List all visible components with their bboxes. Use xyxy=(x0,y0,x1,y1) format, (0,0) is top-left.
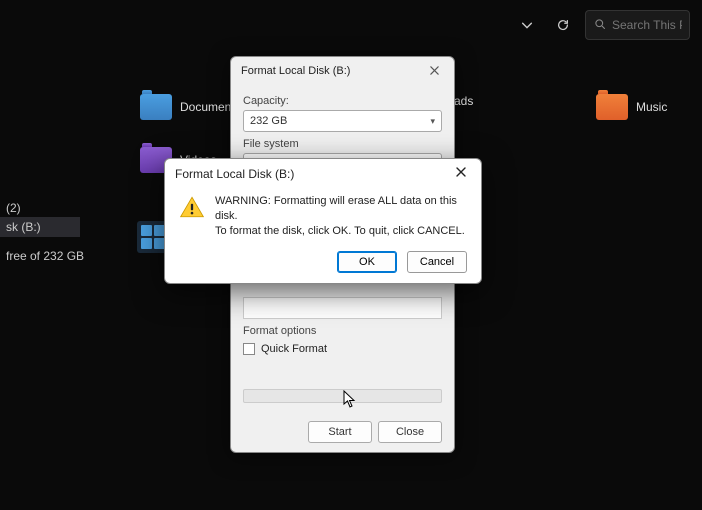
folder-icon xyxy=(140,94,172,120)
capacity-label: Capacity: xyxy=(243,95,442,107)
folder-downloads[interactable]: ads xyxy=(454,94,473,108)
cancel-button[interactable]: Cancel xyxy=(407,251,467,273)
warning-icon xyxy=(179,194,205,220)
ok-button[interactable]: OK xyxy=(337,251,397,273)
refresh-icon[interactable] xyxy=(549,11,577,39)
search-input[interactable] xyxy=(612,18,682,32)
close-button[interactable]: Close xyxy=(378,421,442,443)
search-icon xyxy=(594,18,606,33)
checkbox-icon xyxy=(243,343,255,355)
folder-label: Music xyxy=(636,100,667,114)
chevron-down-icon: ▾ xyxy=(430,116,435,127)
volume-label-input[interactable] xyxy=(243,297,442,319)
format-options-label: Format options xyxy=(243,325,442,337)
filesystem-label: File system xyxy=(243,138,442,150)
start-button[interactable]: Start xyxy=(308,421,372,443)
sidebar-item-count[interactable]: (2) xyxy=(0,198,31,218)
format-dialog-title: Format Local Disk (B:) xyxy=(241,65,350,77)
warning-dialog-title: Format Local Disk (B:) xyxy=(175,167,294,181)
capacity-select[interactable]: 232 GB ▾ xyxy=(243,110,442,132)
capacity-value: 232 GB xyxy=(250,115,287,127)
quick-format-checkbox[interactable]: Quick Format xyxy=(243,343,442,355)
quick-format-label: Quick Format xyxy=(261,343,327,355)
sidebar-free-text: free of 232 GB xyxy=(0,246,94,266)
warning-line1: WARNING: Formatting will erase ALL data … xyxy=(215,194,467,224)
search-input-container[interactable] xyxy=(585,10,690,40)
close-icon[interactable] xyxy=(451,165,471,182)
chevron-down-icon[interactable] xyxy=(513,11,541,39)
folder-music[interactable]: Music xyxy=(596,94,667,120)
folder-icon xyxy=(596,94,628,120)
folder-documents[interactable]: Documents xyxy=(140,94,241,120)
warning-line2: To format the disk, click OK. To quit, c… xyxy=(215,224,467,239)
progress-bar xyxy=(243,389,442,403)
folder-label: ads xyxy=(454,94,473,108)
sidebar-item-disk[interactable]: sk (B:) xyxy=(0,217,80,237)
close-icon[interactable] xyxy=(425,63,444,79)
warning-dialog: Format Local Disk (B:) WARNING: Formatti… xyxy=(164,158,482,284)
